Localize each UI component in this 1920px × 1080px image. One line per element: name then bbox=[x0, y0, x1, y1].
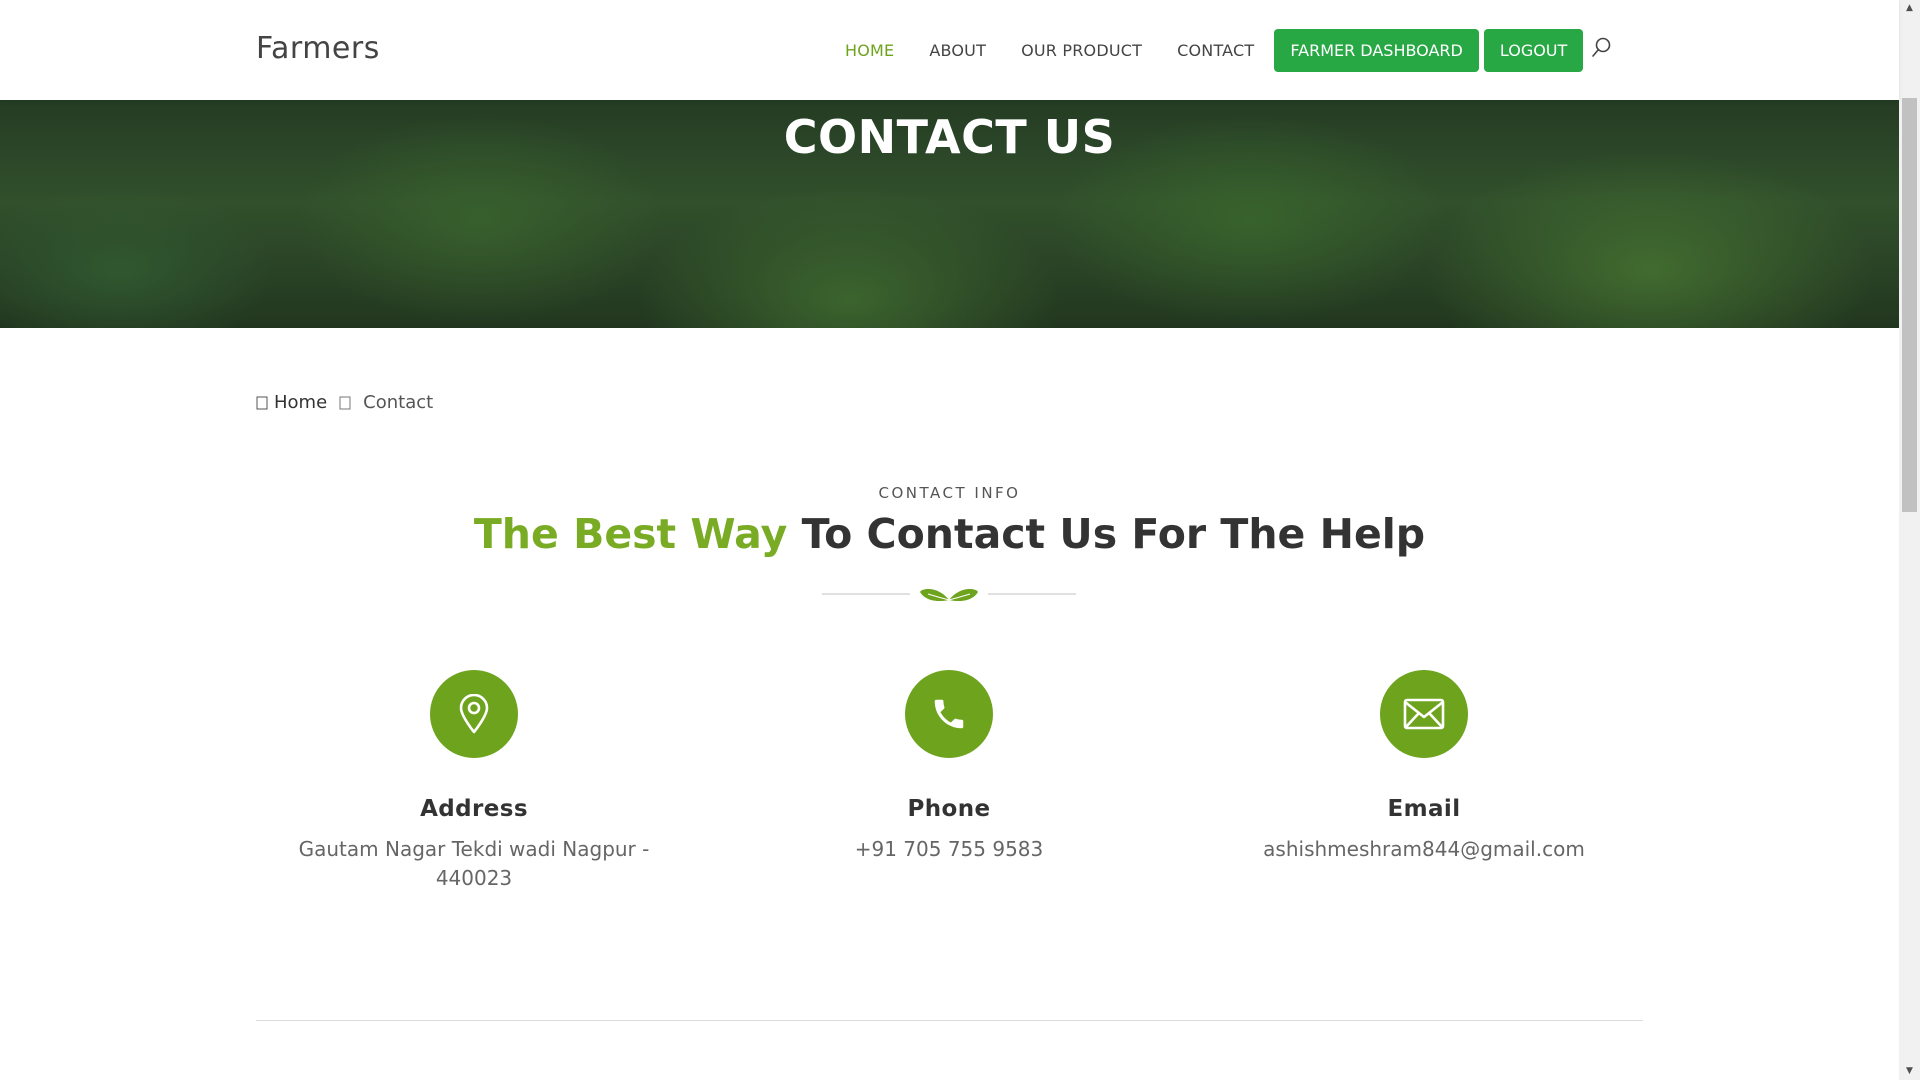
phone-card: Phone +91 705 755 9583 bbox=[724, 670, 1174, 864]
email-icon-circle bbox=[1380, 670, 1468, 758]
email-card: Email ashishmeshram844@gmail.com bbox=[1199, 670, 1649, 864]
email-text[interactable]: ashishmeshram844@gmail.com bbox=[1199, 835, 1649, 864]
address-icon-circle bbox=[430, 670, 518, 758]
nav-our-product[interactable]: OUR PRODUCT bbox=[1021, 41, 1142, 60]
nav-about[interactable]: ABOUT bbox=[929, 41, 986, 60]
section-heading: The Best Way To Contact Us For The Help bbox=[0, 510, 1899, 558]
site-header: Farmers HOME ABOUT OUR PRODUCT CONTACT F… bbox=[0, 0, 1899, 100]
phone-icon-circle bbox=[905, 670, 993, 758]
hero-title: CONTACT US bbox=[783, 110, 1116, 164]
search-icon[interactable] bbox=[1590, 36, 1614, 60]
chevron-right-icon bbox=[339, 396, 351, 409]
phone-title: Phone bbox=[907, 796, 991, 822]
home-icon bbox=[256, 396, 268, 409]
breadcrumb-current: Contact bbox=[363, 392, 434, 413]
location-pin-icon bbox=[459, 694, 489, 734]
heading-rest: To Contact Us For The Help bbox=[787, 510, 1426, 558]
phone-icon bbox=[934, 699, 964, 729]
envelope-icon bbox=[1403, 698, 1445, 730]
scroll-down-arrow[interactable]: ▼ bbox=[1899, 1063, 1920, 1080]
page-scrollbar[interactable]: ▲ ▼ bbox=[1899, 0, 1920, 1080]
leaf-icon bbox=[920, 589, 978, 602]
breadcrumb-home-link[interactable]: Home bbox=[274, 392, 327, 413]
scroll-thumb[interactable] bbox=[1902, 98, 1917, 512]
nav-contact[interactable]: CONTACT bbox=[1177, 41, 1254, 60]
leaf-divider bbox=[822, 589, 1076, 602]
scroll-up-arrow[interactable]: ▲ bbox=[1899, 0, 1920, 17]
farmer-dashboard-button[interactable]: FARMER DASHBOARD bbox=[1274, 28, 1479, 72]
logout-button[interactable]: LOGOUT bbox=[1483, 28, 1584, 72]
breadcrumb: Home Contact bbox=[256, 392, 433, 413]
address-title: Address bbox=[420, 796, 528, 822]
email-title: Email bbox=[1387, 796, 1461, 822]
nav-home[interactable]: HOME bbox=[845, 41, 894, 60]
site-brand[interactable]: Farmers bbox=[256, 31, 380, 66]
address-text: Gautam Nagar Tekdi wadi Nagpur - 440023 bbox=[298, 837, 650, 890]
address-card: Address Gautam Nagar Tekdi wadi Nagpur -… bbox=[249, 670, 699, 893]
section-eyebrow: CONTACT INFO bbox=[878, 484, 1021, 502]
hero-banner: CONTACT US bbox=[0, 100, 1899, 328]
heading-accent: The Best Way bbox=[473, 510, 788, 558]
main-nav: HOME ABOUT OUR PRODUCT CONTACT FARMER DA… bbox=[845, 28, 1584, 72]
section-divider bbox=[256, 1020, 1643, 1021]
phone-text[interactable]: +91 705 755 9583 bbox=[724, 835, 1174, 864]
